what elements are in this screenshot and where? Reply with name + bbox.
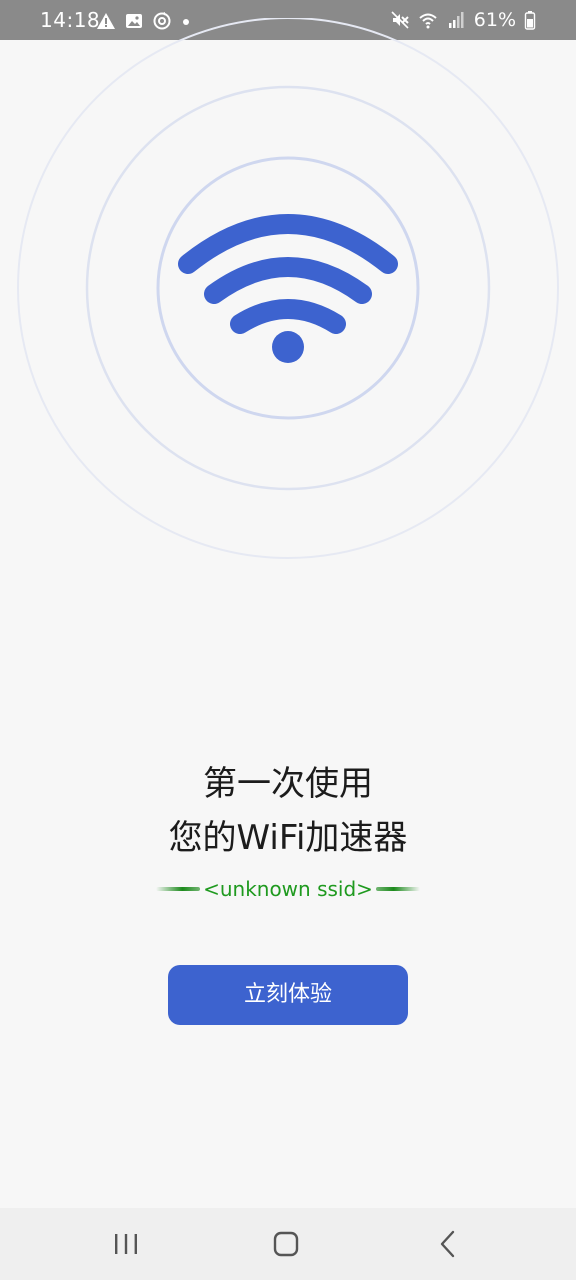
start-button[interactable]: 立刻体验 xyxy=(168,965,408,1025)
recents-icon[interactable] xyxy=(106,1224,146,1264)
ssid-row: <unknown ssid> xyxy=(0,874,576,904)
page-title: 第一次使用 xyxy=(203,764,373,804)
wifi-illustration xyxy=(16,18,560,562)
ssid-divider-right xyxy=(376,887,420,891)
back-icon[interactable] xyxy=(428,1224,468,1264)
home-icon[interactable] xyxy=(266,1224,306,1264)
navigation-bar xyxy=(0,1208,576,1280)
page-subtitle: 您的WiFi加速器 xyxy=(168,818,408,858)
wifi-icon xyxy=(178,214,398,334)
ssid-label: <unknown ssid> xyxy=(203,877,373,901)
